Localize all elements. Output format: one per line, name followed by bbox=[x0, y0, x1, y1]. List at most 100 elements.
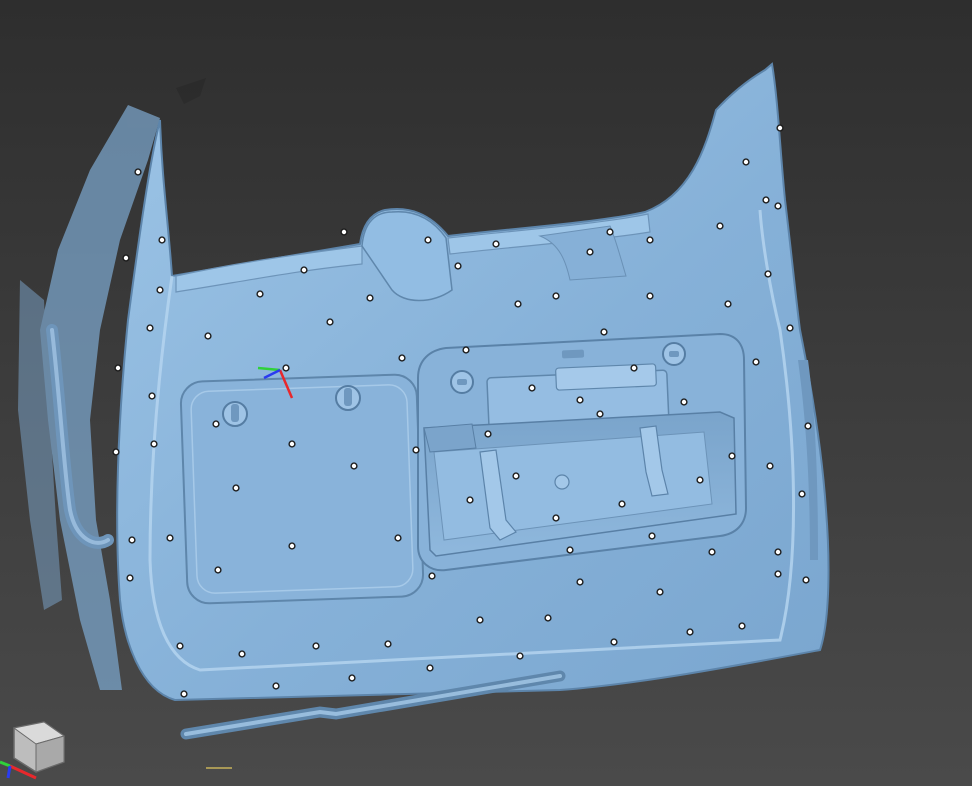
target-marker-dot bbox=[587, 249, 593, 255]
slot-plate-tab bbox=[555, 363, 657, 391]
target-marker-dot bbox=[289, 441, 295, 447]
target-marker-dot bbox=[553, 293, 559, 299]
target-marker-dot bbox=[601, 329, 607, 335]
target-marker-dot bbox=[767, 463, 773, 469]
target-marker-dot bbox=[805, 423, 811, 429]
target-marker-dot bbox=[607, 229, 613, 235]
target-marker-dot bbox=[313, 643, 319, 649]
target-marker-dot bbox=[717, 223, 723, 229]
target-marker-dot bbox=[729, 453, 735, 459]
target-marker-dot bbox=[149, 393, 155, 399]
target-marker-dot bbox=[619, 501, 625, 507]
target-marker-dot bbox=[205, 333, 211, 339]
target-marker-dot bbox=[289, 543, 295, 549]
target-marker-dot bbox=[799, 491, 805, 497]
target-marker-dot bbox=[283, 365, 289, 371]
target-marker-dot bbox=[649, 533, 655, 539]
target-marker-dot bbox=[597, 411, 603, 417]
target-marker-dot bbox=[681, 399, 687, 405]
target-marker-dot bbox=[743, 159, 749, 165]
target-marker-dot bbox=[493, 241, 499, 247]
slot-plate-clip bbox=[561, 349, 585, 359]
latch-pivot bbox=[554, 474, 570, 490]
3d-viewport[interactable] bbox=[0, 0, 972, 786]
target-marker-dot bbox=[687, 629, 693, 635]
target-marker-dot bbox=[177, 643, 183, 649]
target-marker-dot bbox=[113, 449, 119, 455]
target-marker-dot bbox=[123, 255, 129, 261]
target-marker-dot bbox=[753, 359, 759, 365]
target-marker-dot bbox=[463, 347, 469, 353]
target-marker-dot bbox=[349, 675, 355, 681]
target-marker-dot bbox=[529, 385, 535, 391]
left-panel-bolt bbox=[222, 401, 248, 427]
target-marker-dot bbox=[301, 267, 307, 273]
target-marker-dot bbox=[127, 575, 133, 581]
target-marker-dot bbox=[657, 589, 663, 595]
target-marker-dot bbox=[763, 197, 769, 203]
target-marker-dot bbox=[273, 683, 279, 689]
target-marker-dot bbox=[327, 319, 333, 325]
target-marker-dot bbox=[233, 485, 239, 491]
cube-y-axis bbox=[0, 760, 11, 768]
target-marker-dot bbox=[485, 431, 491, 437]
target-marker-dot bbox=[577, 397, 583, 403]
target-marker-dot bbox=[147, 325, 153, 331]
target-marker-dot bbox=[367, 295, 373, 301]
target-marker-dot bbox=[803, 577, 809, 583]
target-marker-dot bbox=[787, 325, 793, 331]
target-marker-dot bbox=[135, 169, 141, 175]
target-marker-dot bbox=[647, 293, 653, 299]
target-marker-dot bbox=[775, 571, 781, 577]
target-marker-dot bbox=[427, 665, 433, 671]
target-marker-dot bbox=[215, 567, 221, 573]
target-marker-dot bbox=[697, 477, 703, 483]
target-marker-dot bbox=[425, 237, 431, 243]
target-marker-dot bbox=[477, 617, 483, 623]
target-marker-dot bbox=[115, 365, 121, 371]
target-marker-dot bbox=[257, 291, 263, 297]
target-marker-dot bbox=[395, 535, 401, 541]
target-marker-dot bbox=[517, 653, 523, 659]
cube-z-axis bbox=[6, 765, 12, 779]
target-marker-dot bbox=[545, 615, 551, 621]
target-marker-dot bbox=[631, 365, 637, 371]
target-marker-dot bbox=[159, 237, 165, 243]
target-marker-dot bbox=[647, 237, 653, 243]
target-marker-dot bbox=[341, 229, 347, 235]
left-panel-bolt bbox=[335, 385, 361, 411]
tailgate-panel[interactable] bbox=[116, 62, 830, 702]
target-marker-dot bbox=[709, 549, 715, 555]
target-marker-dot bbox=[213, 421, 219, 427]
target-marker-dot bbox=[181, 691, 187, 697]
pocket-left-ledge bbox=[423, 423, 477, 453]
view-cube-icon[interactable] bbox=[0, 718, 72, 786]
target-marker-dot bbox=[725, 301, 731, 307]
target-marker-dot bbox=[515, 301, 521, 307]
target-marker-dot bbox=[239, 651, 245, 657]
target-marker-dot bbox=[577, 579, 583, 585]
target-marker-dot bbox=[385, 641, 391, 647]
target-marker-dot bbox=[129, 537, 135, 543]
target-marker-dot bbox=[351, 463, 357, 469]
target-marker-dot bbox=[167, 535, 173, 541]
target-marker-dot bbox=[157, 287, 163, 293]
target-marker-dot bbox=[413, 447, 419, 453]
target-marker-dot bbox=[553, 515, 559, 521]
target-marker-dot bbox=[775, 203, 781, 209]
target-marker-dot bbox=[513, 473, 519, 479]
target-marker-dot bbox=[765, 271, 771, 277]
target-marker-dot bbox=[455, 263, 461, 269]
scan-canvas[interactable] bbox=[0, 0, 972, 786]
target-marker-dot bbox=[467, 497, 473, 503]
right-module-bolt bbox=[662, 342, 686, 366]
target-marker-dot bbox=[429, 573, 435, 579]
scale-marker bbox=[206, 764, 232, 772]
target-marker-dot bbox=[399, 355, 405, 361]
target-marker-dot bbox=[151, 441, 157, 447]
target-marker-dot bbox=[777, 125, 783, 131]
target-marker-dot bbox=[567, 547, 573, 553]
right-module-bolt bbox=[450, 370, 474, 394]
target-marker-dot bbox=[775, 549, 781, 555]
target-marker-dot bbox=[611, 639, 617, 645]
